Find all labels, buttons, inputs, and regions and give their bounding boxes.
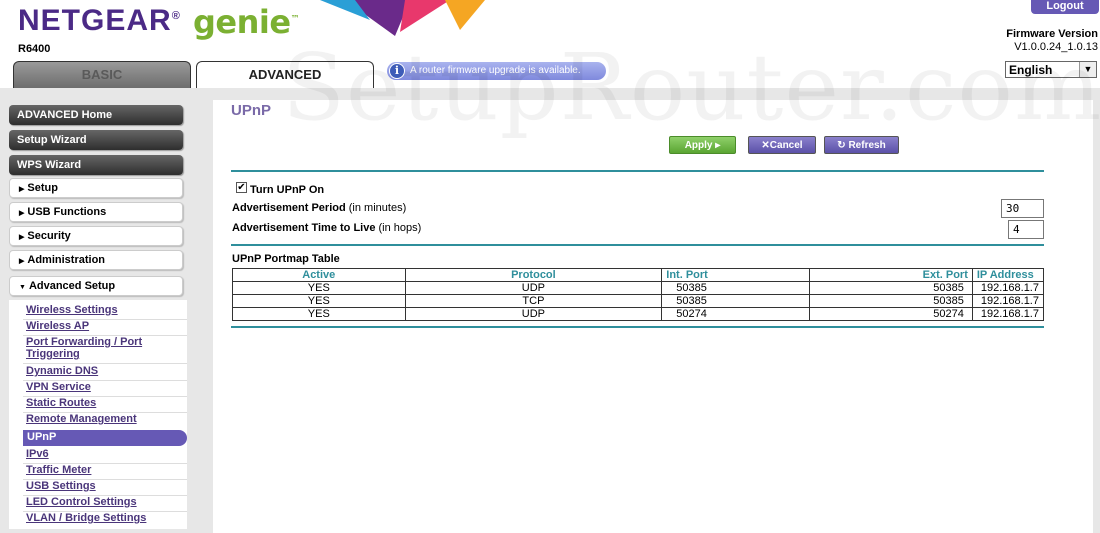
cancel-button[interactable]: ✕Cancel bbox=[748, 136, 816, 154]
sidebar-setup-wizard-button[interactable]: Setup Wizard bbox=[9, 130, 183, 150]
chevron-down-icon: ▼ bbox=[1079, 62, 1096, 77]
cell-int-port: 50385 bbox=[661, 281, 811, 295]
column-active: Active bbox=[232, 268, 406, 282]
sidebar-item-remote-management[interactable]: Remote Management bbox=[26, 414, 137, 425]
checkmark-icon: ✔ bbox=[237, 182, 246, 193]
expand-right-icon: ▶ bbox=[19, 258, 25, 265]
sidebar-item-security[interactable]: ▶ Security bbox=[9, 226, 183, 246]
sidebar-item-port-forwarding[interactable]: Port Forwarding / Port bbox=[26, 337, 142, 348]
turn-upnp-on-label: Turn UPnP On bbox=[250, 184, 325, 196]
column-int-port: Int. Port bbox=[661, 268, 811, 282]
table-row: YES UDP 50274 50274 192.168.1.7 bbox=[232, 307, 1045, 321]
expand-right-icon: ▶ bbox=[19, 234, 25, 241]
tab-advanced[interactable]: ADVANCED bbox=[196, 61, 374, 88]
sidebar-item-traffic-meter[interactable]: Traffic Meter bbox=[26, 465, 91, 476]
apply-button[interactable]: Apply ▸ bbox=[669, 136, 736, 154]
language-select-value: English bbox=[1009, 63, 1053, 77]
cell-active: YES bbox=[232, 307, 406, 321]
column-protocol: Protocol bbox=[404, 268, 663, 282]
table-header-row: Active Protocol Int. Port Ext. Port IP A… bbox=[232, 268, 1045, 282]
genie-logo: genie™ bbox=[193, 3, 300, 41]
table-row: YES TCP 50385 50385 192.168.1.7 bbox=[232, 294, 1045, 308]
sidebar-item-wireless-settings[interactable]: Wireless Settings bbox=[26, 305, 118, 316]
sidebar-item-static-routes[interactable]: Static Routes bbox=[26, 398, 96, 409]
divider bbox=[23, 363, 187, 364]
sidebar-item-vpn-service[interactable]: VPN Service bbox=[26, 382, 91, 393]
firmware-version-value: V1.0.0.24_1.0.13 bbox=[1014, 41, 1098, 53]
firmware-upgrade-notice[interactable]: i A router firmware upgrade is available… bbox=[387, 62, 606, 80]
sidebar-item-dynamic-dns[interactable]: Dynamic DNS bbox=[26, 366, 98, 377]
portmap-table: Active Protocol Int. Port Ext. Port IP A… bbox=[232, 268, 1045, 321]
divider bbox=[231, 244, 1044, 246]
expand-down-icon: ▼ bbox=[19, 284, 26, 291]
cell-int-port: 50385 bbox=[661, 294, 811, 308]
advertisement-ttl-input[interactable]: 4 bbox=[1008, 220, 1044, 239]
cell-ext-port: 50385 bbox=[809, 281, 973, 295]
advertisement-ttl-label: Advertisement Time to Live (in hops) bbox=[232, 222, 422, 234]
sidebar-advanced-home-button[interactable]: ADVANCED Home bbox=[9, 105, 183, 125]
model-name: R6400 bbox=[18, 43, 51, 55]
cell-ip-address: 192.168.1.7 bbox=[971, 281, 1045, 295]
netgear-logo: NETGEAR® bbox=[18, 4, 181, 37]
cell-int-port: 50274 bbox=[661, 307, 811, 321]
logout-button[interactable]: Logout bbox=[1031, 0, 1099, 14]
sidebar-item-ipv6[interactable]: IPv6 bbox=[26, 449, 49, 460]
sidebar-item-port-triggering[interactable]: Triggering bbox=[26, 349, 80, 360]
portmap-table-title: UPnP Portmap Table bbox=[232, 253, 340, 265]
advertisement-period-label: Advertisement Period (in minutes) bbox=[232, 202, 407, 214]
cell-protocol: TCP bbox=[404, 294, 663, 308]
divider bbox=[231, 170, 1044, 172]
sidebar-wps-wizard-button[interactable]: WPS Wizard bbox=[9, 155, 183, 175]
column-ip-address: IP Address bbox=[971, 268, 1045, 282]
firmware-version-label: Firmware Version bbox=[1006, 28, 1098, 40]
page-title: UPnP bbox=[231, 102, 272, 119]
cell-ext-port: 50385 bbox=[809, 294, 973, 308]
cell-active: YES bbox=[232, 281, 406, 295]
sidebar-item-upnp[interactable]: UPnP bbox=[23, 430, 187, 446]
sidebar-item-led-control-settings[interactable]: LED Control Settings bbox=[26, 497, 137, 508]
refresh-button[interactable]: ↻ Refresh bbox=[824, 136, 899, 154]
divider bbox=[231, 326, 1044, 328]
cell-ip-address: 192.168.1.7 bbox=[971, 307, 1045, 321]
turn-upnp-on-checkbox[interactable]: ✔ bbox=[236, 182, 247, 193]
expand-right-icon: ▶ bbox=[19, 186, 25, 193]
sidebar-item-wireless-ap[interactable]: Wireless AP bbox=[26, 321, 89, 332]
table-row: YES UDP 50385 50385 192.168.1.7 bbox=[232, 281, 1045, 295]
column-ext-port: Ext. Port bbox=[809, 268, 973, 282]
sidebar-item-usb-settings[interactable]: USB Settings bbox=[26, 481, 96, 492]
firmware-upgrade-notice-text: A router firmware upgrade is available. bbox=[410, 65, 581, 76]
info-icon: i bbox=[389, 63, 405, 79]
header: NETGEAR® genie™ R6400 Logout Firmware Ve… bbox=[0, 0, 1100, 88]
sidebar-item-usb-functions[interactable]: ▶ USB Functions bbox=[9, 202, 183, 222]
cell-ip-address: 192.168.1.7 bbox=[971, 294, 1045, 308]
advertisement-period-input[interactable]: 30 bbox=[1001, 199, 1044, 218]
sidebar-item-administration[interactable]: ▶ Administration bbox=[9, 250, 183, 270]
sidebar-item-advanced-setup[interactable]: ▼ Advanced Setup bbox=[9, 276, 183, 296]
sidebar-item-vlan-bridge-settings[interactable]: VLAN / Bridge Settings bbox=[26, 513, 146, 524]
cell-active: YES bbox=[232, 294, 406, 308]
cell-ext-port: 50274 bbox=[809, 307, 973, 321]
brand-swoosh-graphic bbox=[320, 0, 485, 36]
cell-protocol: UDP bbox=[404, 307, 663, 321]
tab-basic[interactable]: BASIC bbox=[13, 61, 191, 88]
language-select[interactable]: English ▼ bbox=[1005, 61, 1097, 78]
cell-protocol: UDP bbox=[404, 281, 663, 295]
expand-right-icon: ▶ bbox=[19, 210, 25, 217]
sidebar-item-setup[interactable]: ▶ Setup bbox=[9, 178, 183, 198]
